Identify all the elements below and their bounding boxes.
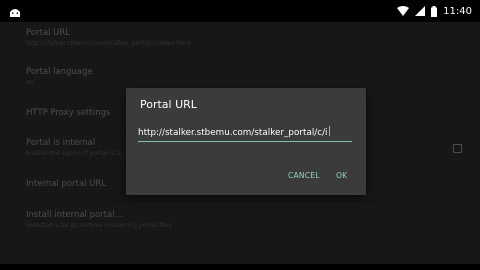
portal-url-dialog: Portal URL http://stalker.stbemu.com/sta… xyxy=(126,88,366,195)
signal-icon xyxy=(415,6,426,16)
navigation-bar xyxy=(0,264,480,270)
status-bar: 11:40 xyxy=(0,0,480,22)
android-debug-icon xyxy=(8,4,22,17)
battery-icon xyxy=(431,5,438,17)
clock: 11:40 xyxy=(443,5,472,17)
cancel-button[interactable]: CANCEL xyxy=(288,171,320,180)
wifi-icon xyxy=(397,6,410,16)
screen: 11:40 Portal URL http://stalker.stbemu.c… xyxy=(0,0,480,270)
portal-url-input[interactable]: http://stalker.stbemu.com/stalker_portal… xyxy=(138,126,352,142)
portal-url-input-value: http://stalker.stbemu.com/stalker_portal… xyxy=(138,128,328,138)
dialog-title: Portal URL xyxy=(140,98,197,111)
text-cursor xyxy=(328,126,330,136)
status-icons: 11:40 xyxy=(397,0,472,22)
ok-button[interactable]: OK xyxy=(336,171,347,180)
